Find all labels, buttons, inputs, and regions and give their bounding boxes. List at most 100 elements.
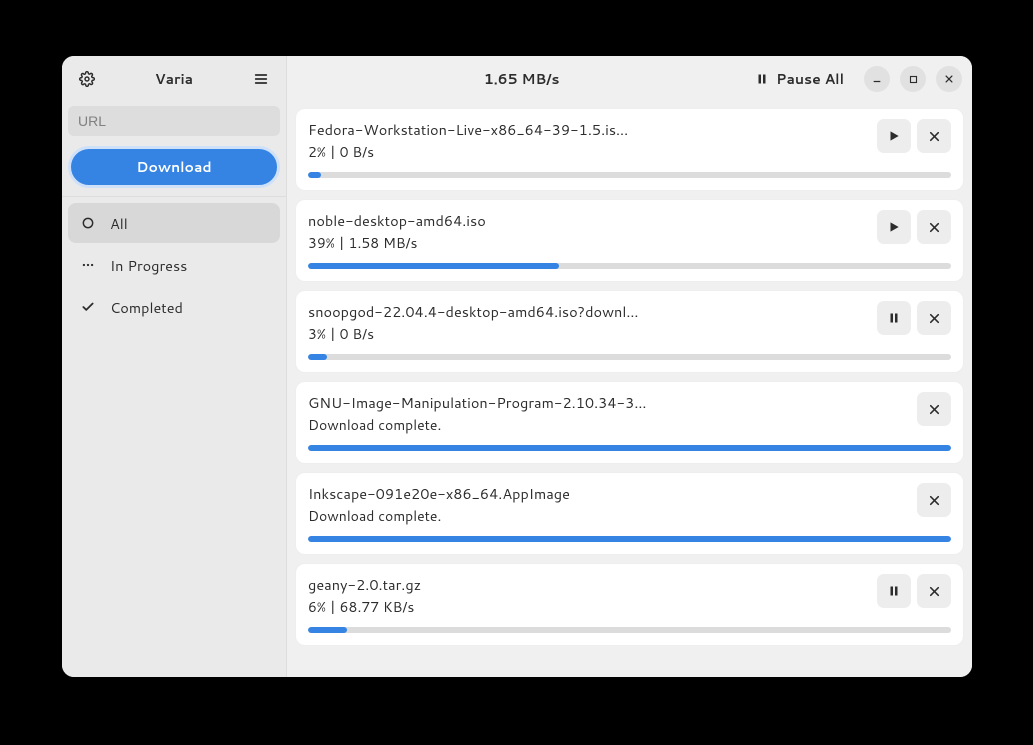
maximize-button[interactable] [900, 66, 926, 92]
card-actions [917, 483, 951, 517]
download-status: 6% | 68.77 KB/s [308, 597, 869, 617]
progress-fill [308, 627, 347, 633]
minimize-button[interactable] [864, 66, 890, 92]
play-icon [887, 129, 901, 143]
remove-button[interactable] [917, 210, 951, 244]
progress-bar [308, 627, 951, 633]
app-title: Varia [102, 69, 246, 89]
close-icon [928, 585, 941, 598]
close-icon [928, 494, 941, 507]
download-card: geany-2.0.tar.gz6% | 68.77 KB/s [295, 563, 964, 646]
progress-fill [308, 172, 321, 178]
card-top: Fedora-Workstation-Live-x86_64-39-1.5.is… [308, 119, 951, 162]
close-icon [928, 221, 941, 234]
pause-button[interactable] [877, 574, 911, 608]
download-card: Inkscape-091e20e-x86_64.AppImageDownload… [295, 472, 964, 555]
progress-fill [308, 263, 559, 269]
gear-icon [79, 71, 95, 87]
progress-bar [308, 445, 951, 451]
circle-icon [80, 216, 96, 230]
download-button-label: Download [136, 157, 211, 177]
progress-bar [308, 354, 951, 360]
progress-fill [308, 354, 327, 360]
download-row: Download [62, 140, 286, 194]
download-card: GNU-Image-Manipulation-Program-2.10.34-3… [295, 381, 964, 464]
progress-bar [308, 263, 951, 269]
sidebar-header: Varia [62, 56, 286, 102]
download-status: 2% | 0 B/s [308, 142, 869, 162]
pause-all-label: Pause All [776, 69, 844, 89]
progress-bar [308, 172, 951, 178]
play-icon [887, 220, 901, 234]
check-icon [80, 300, 96, 314]
card-info: snoopgod-22.04.4-desktop-amd64.iso?downl… [308, 301, 869, 344]
close-icon [944, 74, 954, 84]
pause-icon [888, 311, 900, 325]
card-info: geany-2.0.tar.gz6% | 68.77 KB/s [308, 574, 869, 617]
hamburger-icon [253, 71, 269, 87]
download-status: Download complete. [308, 506, 909, 526]
download-card: noble-desktop-amd64.iso39% | 1.58 MB/s [295, 199, 964, 282]
download-filename: Inkscape-091e20e-x86_64.AppImage [308, 483, 909, 504]
menu-button[interactable] [246, 64, 276, 94]
download-filename: GNU-Image-Manipulation-Program-2.10.34-3… [308, 392, 909, 413]
download-card: snoopgod-22.04.4-desktop-amd64.iso?downl… [295, 290, 964, 373]
progress-bar [308, 536, 951, 542]
maximize-icon [909, 75, 918, 84]
card-info: Inkscape-091e20e-x86_64.AppImageDownload… [308, 483, 909, 526]
card-info: Fedora-Workstation-Live-x86_64-39-1.5.is… [308, 119, 869, 162]
card-info: noble-desktop-amd64.iso39% | 1.58 MB/s [308, 210, 869, 253]
close-icon [928, 312, 941, 325]
dots-icon [80, 258, 96, 272]
progress-fill [308, 445, 951, 451]
card-actions [877, 301, 951, 335]
close-button[interactable] [936, 66, 962, 92]
filter-label: Completed [110, 297, 183, 318]
card-actions [877, 574, 951, 608]
card-actions [917, 392, 951, 426]
remove-button[interactable] [917, 392, 951, 426]
download-filename: geany-2.0.tar.gz [308, 574, 869, 595]
remove-button[interactable] [917, 574, 951, 608]
filter-completed[interactable]: Completed [68, 287, 280, 327]
main-header: 1.65 MB/s Pause All [287, 56, 972, 102]
remove-button[interactable] [917, 483, 951, 517]
main-area: 1.65 MB/s Pause All [287, 56, 972, 677]
download-filename: Fedora-Workstation-Live-x86_64-39-1.5.is… [308, 119, 869, 140]
resume-button[interactable] [877, 119, 911, 153]
filter-label: All [110, 213, 128, 234]
download-status: 3% | 0 B/s [308, 324, 869, 344]
url-input[interactable] [68, 106, 280, 136]
filter-in-progress[interactable]: In Progress [68, 245, 280, 285]
settings-button[interactable] [72, 64, 102, 94]
card-actions [877, 210, 951, 244]
pause-button[interactable] [877, 301, 911, 335]
download-button[interactable]: Download [68, 146, 280, 188]
resume-button[interactable] [877, 210, 911, 244]
close-icon [928, 130, 941, 143]
pause-icon [756, 72, 768, 86]
card-top: GNU-Image-Manipulation-Program-2.10.34-3… [308, 392, 951, 435]
download-card: Fedora-Workstation-Live-x86_64-39-1.5.is… [295, 108, 964, 191]
total-speed: 1.65 MB/s [484, 69, 560, 89]
card-top: geany-2.0.tar.gz6% | 68.77 KB/s [308, 574, 951, 617]
download-status: Download complete. [308, 415, 909, 435]
filter-all[interactable]: All [68, 203, 280, 243]
sidebar-separator [62, 196, 286, 197]
pause-all-button[interactable]: Pause All [746, 62, 854, 96]
download-list: Fedora-Workstation-Live-x86_64-39-1.5.is… [287, 102, 972, 677]
remove-button[interactable] [917, 119, 951, 153]
app-window: Varia Download All [62, 56, 972, 677]
card-top: Inkscape-091e20e-x86_64.AppImageDownload… [308, 483, 951, 526]
filter-list: All In Progress Completed [62, 203, 286, 327]
remove-button[interactable] [917, 301, 951, 335]
minimize-icon [872, 74, 882, 84]
filter-label: In Progress [110, 255, 187, 276]
download-filename: noble-desktop-amd64.iso [308, 210, 869, 231]
download-status: 39% | 1.58 MB/s [308, 233, 869, 253]
card-top: snoopgod-22.04.4-desktop-amd64.iso?downl… [308, 301, 951, 344]
url-row [62, 102, 286, 140]
progress-fill [308, 536, 951, 542]
card-top: noble-desktop-amd64.iso39% | 1.58 MB/s [308, 210, 951, 253]
close-icon [928, 403, 941, 416]
